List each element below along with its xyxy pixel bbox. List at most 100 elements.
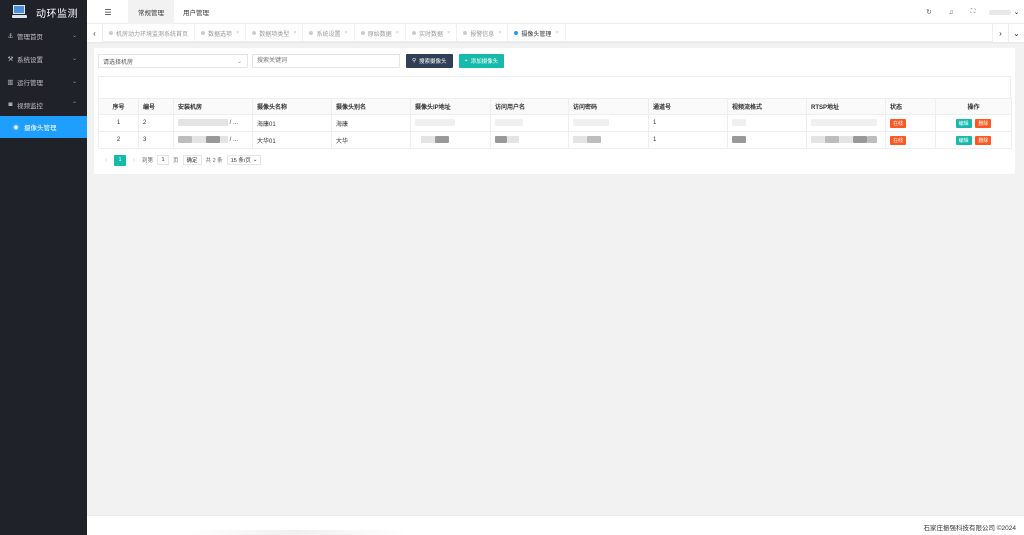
room-select-value: 请选择机房 [103,59,134,66]
col-stream-format[interactable]: 视频流格式 [727,98,807,115]
user-menu[interactable]: ⌄ [984,0,1024,24]
sidebar-item-operations[interactable]: ▥ 运行管理 ⌄ [0,70,87,93]
room-select[interactable]: 请选择机房 ⌄ [98,54,248,68]
cell-actions: 编辑 删除 [935,114,1012,132]
page-tab-system-settings[interactable]: 系统设置 × [303,24,355,42]
col-code[interactable]: 编号 [138,98,174,115]
sidebar-item-label: 摄像头管理 [24,125,57,132]
goto-page-input[interactable]: 1 [157,155,170,165]
chevron-down-icon: ⌄ [236,58,242,65]
page-tab-camera-management[interactable]: 摄像头管理 × [508,24,566,42]
table-row[interactable]: 1 2 / ... 海康01 海康 1 在线 编辑 删除 [98,114,1012,132]
col-alias[interactable]: 摄像头别名 [331,98,411,115]
close-icon[interactable]: × [555,30,558,36]
next-page-icon[interactable]: › [130,157,138,164]
video-submenu: ◉ 摄像头管理 [0,116,87,138]
chevron-down-icon: ⌄ [1013,9,1020,16]
plus-icon: + [464,58,468,64]
redacted-block [192,136,206,144]
add-camera-button[interactable]: + 添加摄像头 [458,54,505,68]
tabs-scroll-right-icon[interactable]: › [992,24,1008,42]
table-row[interactable]: 2 3 / ... 大华01 大华 1 在线 编辑 删除 [98,131,1012,149]
col-status[interactable]: 状态 [885,98,936,115]
page-current[interactable]: 1 [114,154,126,166]
toolbar: 请选择机房 ⌄ ⚲ 搜索摄像头 + 添加摄像头 [98,54,505,68]
close-icon[interactable]: × [293,30,296,36]
sidebar-item-label: 管理首页 [17,33,43,41]
prev-page-icon[interactable]: ‹ [102,157,110,164]
redacted-block [732,136,746,144]
page-tab-data-types[interactable]: 数据项类型 × [246,24,304,42]
close-icon[interactable]: × [498,30,501,36]
cell-room: / ... [173,131,253,149]
room-suffix: / ... [229,120,239,127]
col-ip[interactable]: 摄像头IP地址 [410,98,491,115]
page-tab-alarms[interactable]: 报警信息 × [457,24,509,42]
chevron-down-icon: ⌄ [71,33,77,39]
page-size-select[interactable]: 15 条/页 ⌄ [226,155,262,165]
redacted-block [495,136,507,144]
header-tab-users[interactable]: 用户管理 [173,0,219,24]
col-password[interactable]: 访问密码 [568,98,649,115]
sidebar-item-home[interactable]: ⚓ 管理首页 ⌄ [0,24,87,47]
sidebar-item-video[interactable]: ◙ 视频监控 ⌃ [0,93,87,116]
footer-shadow [187,530,407,535]
edit-button[interactable]: 编辑 [955,118,972,128]
menu-toggle-icon[interactable]: ☰ [101,0,115,24]
header-tab-general[interactable]: 常规管理 [128,0,174,24]
col-rtsp[interactable]: RTSP地址 [806,98,886,115]
fullscreen-icon[interactable]: ⛶ [962,8,984,16]
refresh-icon[interactable]: ↻ [918,8,940,16]
cell-password [568,131,649,149]
redacted-block [825,136,839,144]
redacted-block [811,136,825,144]
tabs-menu-chevron-icon[interactable]: ⌄ [1008,24,1024,42]
search-input[interactable] [252,54,400,68]
logo[interactable]: 动环监测 [0,0,87,24]
cell-username [490,114,569,132]
close-icon[interactable]: × [396,30,399,36]
cell-stream-format [727,131,807,149]
redacted-block [853,136,867,144]
cell-alias: 海康 [331,114,411,132]
tabs-scroll-left-icon[interactable]: ‹ [87,24,103,42]
tab-dot-icon [309,31,314,35]
page-tab-home[interactable]: 机房动力环境监测系统首页 [103,24,196,42]
edit-button[interactable]: 编辑 [955,135,972,145]
close-icon[interactable]: × [447,30,450,36]
page-tab-realtime-data[interactable]: 实时数据 × [406,24,458,42]
sidebar-item-settings[interactable]: ⚒ 系统设置 ⌄ [0,47,87,70]
cell-index: 1 [98,114,139,132]
col-actions[interactable]: 操作 [935,98,1012,115]
col-channel[interactable]: 通道号 [648,98,728,115]
cell-channel: 1 [648,114,728,132]
redacted-block [495,119,523,127]
redacted-block [507,136,519,144]
total-count: 共 2 条 [205,158,223,164]
close-icon[interactable]: × [345,30,348,36]
page-tab-data-options[interactable]: 数据选项 × [195,24,247,42]
chevron-down-icon: ⌄ [252,157,258,163]
delete-button[interactable]: 删除 [975,135,992,145]
goto-label: 到第 [142,158,154,164]
copyright: 石家庄振强科技有限公司 ©2024 [923,525,1016,532]
close-icon[interactable]: × [236,30,239,36]
goto-confirm-button[interactable]: 确定 [182,155,202,165]
page-tab-raw-data[interactable]: 原始数据 × [355,24,406,42]
col-name[interactable]: 摄像头名称 [252,98,332,115]
col-room[interactable]: 安装机房 [173,98,253,115]
page-tabs: 机房动力环境监测系统首页 数据选项 × 数据项类型 × 系统设置 × 原始数据 × 实时… [103,24,566,42]
search-camera-button[interactable]: ⚲ 搜索摄像头 [406,54,453,68]
bell-icon[interactable]: ♫ [940,9,962,16]
cell-password [568,114,649,132]
col-username[interactable]: 访问用户名 [490,98,569,115]
tab-dot-icon [252,31,257,35]
button-label: 搜索摄像头 [419,59,447,65]
tab-dot-icon [411,31,416,35]
delete-button[interactable]: 删除 [975,118,992,128]
cell-actions: 编辑 删除 [935,131,1012,149]
col-index[interactable]: 序号 [98,98,139,115]
sidebar-item-camera-management[interactable]: ◉ 摄像头管理 [0,116,87,138]
cell-status: 在线 [885,114,936,132]
search-icon: ⚲ [412,58,417,64]
